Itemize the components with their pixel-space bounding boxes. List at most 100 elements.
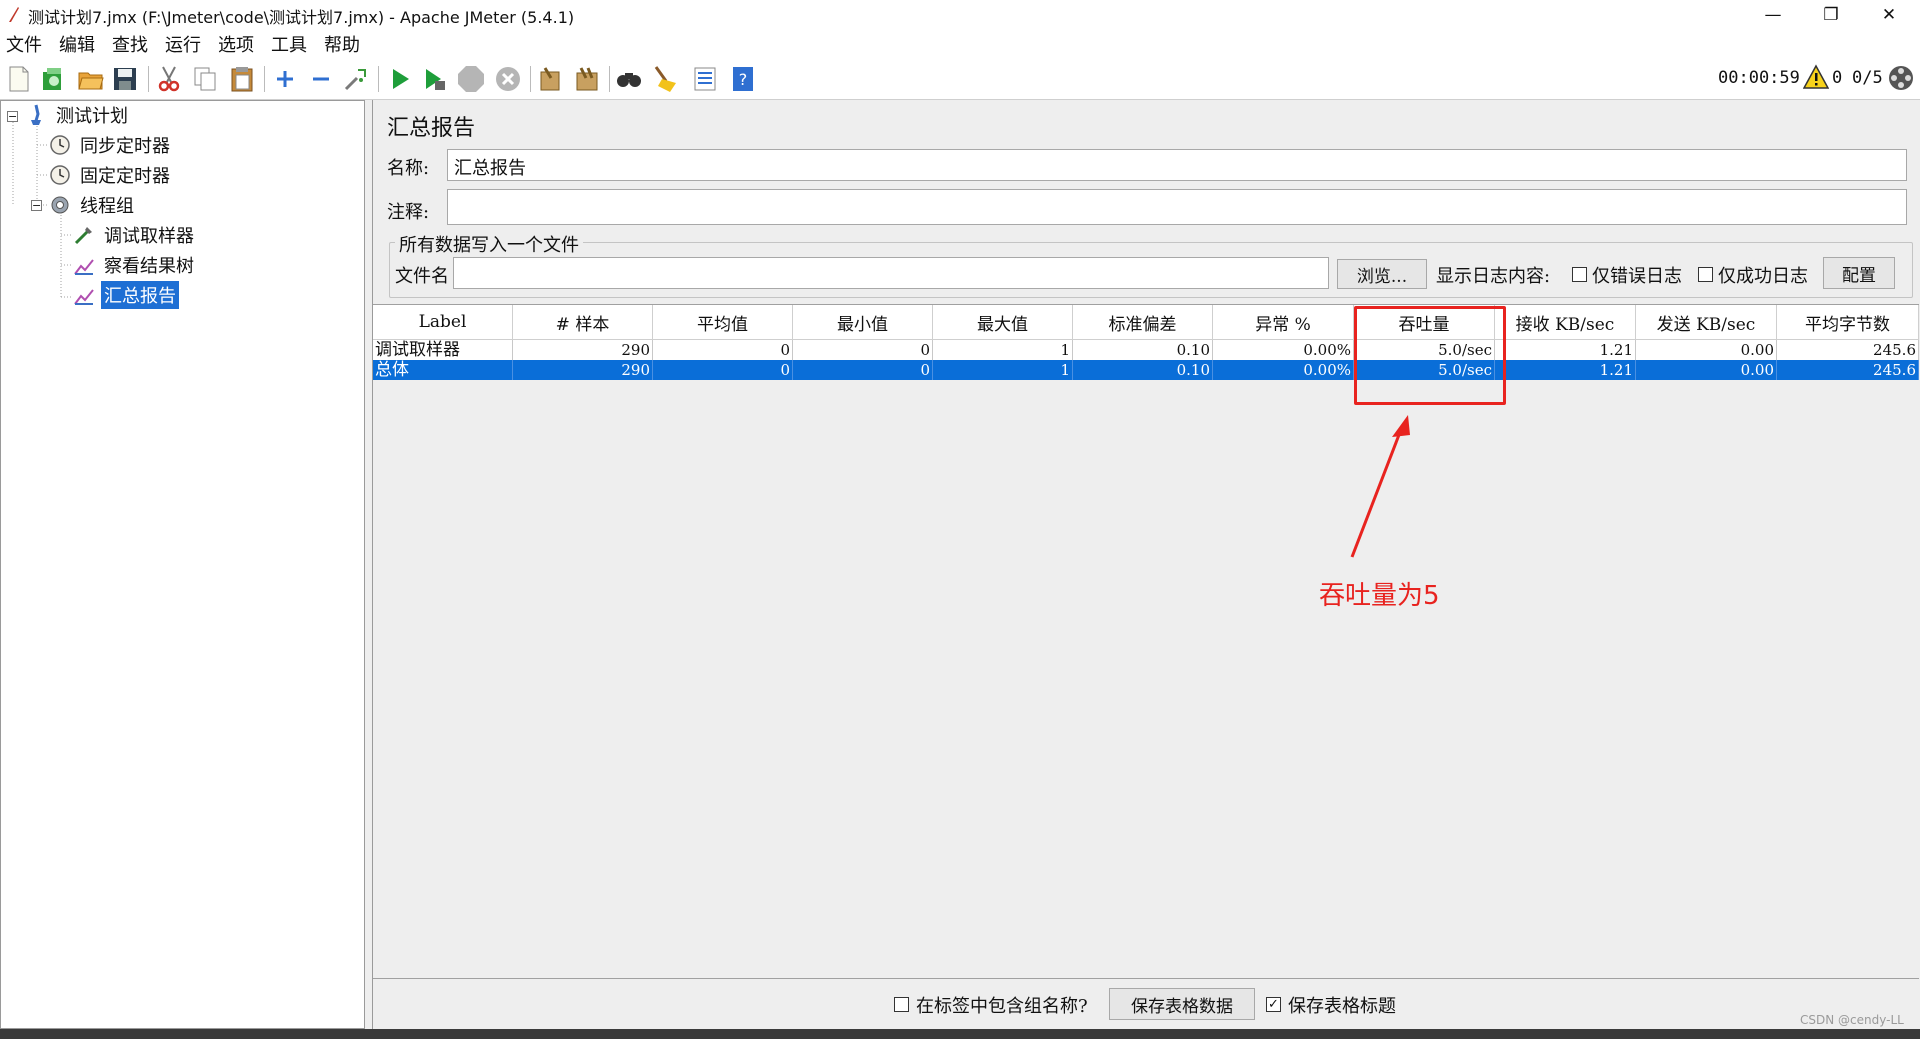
window-title: 测试计划7.jmx (F:\Jmeter\code\测试计划7.jmx) - A… <box>28 8 575 27</box>
listener-icon <box>73 254 95 276</box>
open-icon[interactable] <box>76 64 106 94</box>
toolbar-separator <box>148 66 149 92</box>
column-header[interactable]: Label <box>373 305 513 340</box>
templates-icon[interactable] <box>38 64 68 94</box>
restore-button[interactable]: ❐ <box>1802 0 1860 30</box>
tree-item-label: 测试计划 <box>56 106 128 127</box>
collapse-toggle[interactable]: − <box>31 200 42 211</box>
collapse-icon[interactable] <box>306 64 336 94</box>
stop-icon[interactable] <box>456 64 486 94</box>
menu-bar: 文件 编辑 查找 运行 选项 工具 帮助 <box>0 30 1920 58</box>
tree-item-constant-timer[interactable]: 固定定时器 <box>49 161 173 189</box>
toggle-icon[interactable] <box>341 64 371 94</box>
help-icon[interactable]: ? <box>728 64 758 94</box>
configure-button[interactable]: 配置 <box>1823 257 1895 289</box>
warning-icon[interactable] <box>1802 64 1830 90</box>
paste-icon[interactable] <box>227 64 257 94</box>
active-threads: 0/5 <box>1852 68 1883 88</box>
table-cell: 0.10 <box>1073 340 1213 360</box>
tree-item-thread-group[interactable]: 线程组 <box>49 191 137 219</box>
cut-icon[interactable] <box>154 64 184 94</box>
column-header[interactable]: 接收 KB/sec <box>1495 305 1636 340</box>
start-no-pause-icon[interactable] <box>420 64 450 94</box>
successes-only-label: 仅成功日志 <box>1718 266 1808 287</box>
clear-all-icon[interactable] <box>572 64 602 94</box>
title-bar: 测试计划7.jmx (F:\Jmeter\code\测试计划7.jmx) - A… <box>0 0 1920 30</box>
table-cell: 调试取样器 <box>373 340 513 360</box>
comment-field[interactable] <box>447 189 1907 225</box>
elapsed-timer: 00:00:59 <box>1718 68 1800 88</box>
table-cell: 0 <box>653 340 793 360</box>
table-row-total[interactable]: 总体 290 0 0 1 0.10 0.00% 5.0/sec 1.21 0.0… <box>373 360 1919 380</box>
menu-file[interactable]: 文件 <box>6 31 42 57</box>
tree-item-label: 线程组 <box>80 196 134 217</box>
menu-search[interactable]: 查找 <box>112 31 148 57</box>
annotation-arrow <box>1350 415 1410 558</box>
table-cell: 0 <box>653 360 793 380</box>
menu-run[interactable]: 运行 <box>165 31 201 57</box>
taskbar-strip <box>0 1029 1920 1039</box>
tree-item-test-plan[interactable]: 测试计划 <box>25 101 131 129</box>
annotation-highlight-box <box>1354 306 1506 405</box>
menu-edit[interactable]: 编辑 <box>59 31 95 57</box>
sampler-icon <box>73 224 95 246</box>
new-icon[interactable] <box>4 64 34 94</box>
tree-item-summary-report[interactable]: 汇总报告 <box>73 281 179 309</box>
save-table-data-button[interactable]: 保存表格数据 <box>1109 988 1255 1020</box>
menu-options[interactable]: 选项 <box>218 31 254 57</box>
column-header[interactable]: # 样本 <box>513 305 653 340</box>
column-header[interactable]: 标准偏差 <box>1073 305 1213 340</box>
table-body: 调试取样器 290 0 0 1 0.10 0.00% 5.0/sec 1.21 … <box>373 340 1919 380</box>
table-header: Label # 样本 平均值 最小值 最大值 标准偏差 异常 % 吞吐量 接收 … <box>373 305 1919 340</box>
tree-item-label: 同步定时器 <box>80 136 170 157</box>
tree-item-sync-timer[interactable]: 同步定时器 <box>49 131 173 159</box>
collapse-toggle[interactable]: − <box>7 111 18 122</box>
table-row[interactable]: 调试取样器 290 0 0 1 0.10 0.00% 5.0/sec 1.21 … <box>373 340 1919 360</box>
menu-help[interactable]: 帮助 <box>324 31 360 57</box>
close-button[interactable]: ✕ <box>1860 0 1918 30</box>
column-header[interactable]: 异常 % <box>1213 305 1354 340</box>
name-field[interactable]: 汇总报告 <box>447 149 1907 181</box>
name-label: 名称: <box>387 158 430 179</box>
column-header[interactable]: 平均值 <box>653 305 793 340</box>
include-group-checkbox[interactable] <box>894 997 909 1012</box>
reset-search-icon[interactable] <box>650 64 680 94</box>
errors-only-label: 仅错误日志 <box>1592 266 1682 287</box>
column-header[interactable]: 发送 KB/sec <box>1636 305 1777 340</box>
filename-field[interactable] <box>453 257 1329 289</box>
timer-icon <box>49 164 71 186</box>
search-icon[interactable] <box>614 64 644 94</box>
minimize-button[interactable]: — <box>1744 0 1802 30</box>
comment-label: 注释: <box>387 202 430 223</box>
panel-title: 汇总报告 <box>387 116 476 141</box>
table-cell: 290 <box>513 360 653 380</box>
function-helper-icon[interactable] <box>690 64 720 94</box>
save-table-header-label: 保存表格标题 <box>1288 996 1396 1017</box>
errors-only-checkbox[interactable] <box>1572 267 1587 282</box>
save-icon[interactable] <box>110 64 140 94</box>
tree-item-results-tree[interactable]: 察看结果树 <box>73 251 197 279</box>
shutdown-icon[interactable] <box>493 64 523 94</box>
start-icon[interactable] <box>385 64 415 94</box>
menu-tools[interactable]: 工具 <box>271 31 307 57</box>
thread-status-icon <box>1888 65 1914 91</box>
include-group-label: 在标签中包含组名称? <box>916 996 1088 1017</box>
clear-icon[interactable] <box>535 64 565 94</box>
table-cell: 0.00 <box>1636 340 1777 360</box>
tree-item-label: 固定定时器 <box>80 166 170 187</box>
copy-icon[interactable] <box>190 64 220 94</box>
successes-only-checkbox[interactable] <box>1698 267 1713 282</box>
column-header[interactable]: 平均字节数 <box>1777 305 1919 340</box>
tree-item-debug-sampler[interactable]: 调试取样器 <box>73 221 197 249</box>
save-table-header-checkbox[interactable]: ✓ <box>1266 997 1281 1012</box>
expand-icon[interactable] <box>270 64 300 94</box>
split-pane-divider[interactable] <box>365 100 372 1029</box>
results-table: Label # 样本 平均值 最小值 最大值 标准偏差 异常 % 吞吐量 接收 … <box>373 304 1919 979</box>
browse-button[interactable]: 浏览... <box>1337 259 1427 289</box>
column-header[interactable]: 最小值 <box>793 305 933 340</box>
table-cell: 0.00 <box>1636 360 1777 380</box>
toolbar-separator <box>530 66 531 92</box>
toolbar-separator <box>264 66 265 92</box>
table-cell: 0.00% <box>1213 340 1354 360</box>
column-header[interactable]: 最大值 <box>933 305 1073 340</box>
